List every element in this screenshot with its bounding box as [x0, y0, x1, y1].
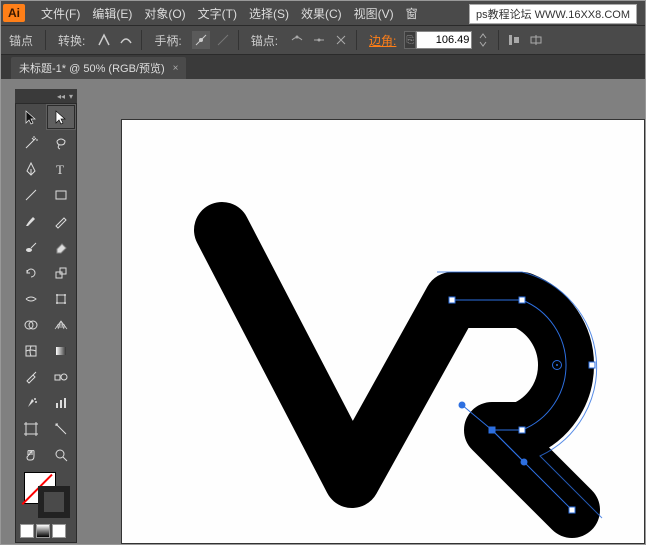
slice-tool[interactable] — [46, 416, 76, 442]
canvas[interactable] — [121, 119, 645, 544]
menu-file[interactable]: 文件(F) — [35, 5, 86, 22]
handle-point[interactable] — [521, 459, 528, 466]
width-tool[interactable] — [16, 286, 46, 312]
scale-tool[interactable] — [46, 260, 76, 286]
gradient-tool[interactable] — [46, 338, 76, 364]
corner-link-icon[interactable]: ⎘ — [404, 31, 416, 49]
lasso-tool[interactable] — [46, 130, 76, 156]
stroke-swatch[interactable] — [38, 486, 70, 518]
paintbrush-tool[interactable] — [16, 208, 46, 234]
anchor-point[interactable] — [519, 427, 526, 434]
type-tool[interactable]: T — [46, 156, 76, 182]
separator — [45, 30, 46, 50]
opt-convert-label: 转换: — [50, 32, 93, 49]
symbol-sprayer-tool[interactable] — [16, 390, 46, 416]
menu-view[interactable]: 视图(V) — [348, 5, 400, 22]
eraser-tool[interactable] — [46, 234, 76, 260]
pencil-tool[interactable] — [46, 208, 76, 234]
selection-tool[interactable] — [16, 104, 46, 130]
toolbox: T — [15, 103, 77, 543]
anchor-point[interactable] — [449, 297, 456, 304]
separator — [238, 30, 239, 50]
options-bar: 锚点 转换: 手柄: 锚点: 边角: ⎘ — [1, 25, 645, 55]
gradient-mode-swatch[interactable] — [36, 524, 50, 538]
anchor-point[interactable] — [519, 297, 526, 304]
magic-wand-tool[interactable] — [16, 130, 46, 156]
none-mode-swatch[interactable] — [52, 524, 66, 538]
zoom-tool[interactable] — [46, 442, 76, 468]
opt-handle-label: 手柄: — [146, 32, 189, 49]
separator — [141, 30, 142, 50]
menu-edit[interactable]: 编辑(E) — [86, 5, 138, 22]
collapse-icon[interactable]: ◂◂ — [57, 92, 65, 101]
panel-menu-icon[interactable]: ▾ — [69, 92, 73, 101]
separator — [356, 30, 357, 50]
document-tab[interactable]: 未标题-1* @ 50% (RGB/预览) × — [11, 57, 186, 79]
menu-type[interactable]: 文字(T) — [192, 5, 243, 22]
free-transform-tool[interactable] — [46, 286, 76, 312]
eyedropper-tool[interactable] — [16, 364, 46, 390]
menu-window[interactable]: 窗 — [400, 5, 424, 22]
menu-object[interactable]: 对象(O) — [138, 5, 191, 22]
align-icon-2[interactable] — [527, 31, 545, 49]
center-mark — [552, 360, 562, 370]
document-tab-title: 未标题-1* @ 50% (RGB/预览) — [19, 60, 165, 76]
fill-stroke-control[interactable] — [16, 468, 76, 524]
convert-smooth-icon[interactable] — [117, 31, 135, 49]
anchor-point-selected[interactable] — [489, 427, 496, 434]
opt-anchor2-label: 锚点: — [243, 32, 286, 49]
blob-brush-tool[interactable] — [16, 234, 46, 260]
handle-hide-icon[interactable] — [214, 31, 232, 49]
mesh-tool[interactable] — [16, 338, 46, 364]
anchor-add-icon[interactable] — [310, 31, 328, 49]
blend-tool[interactable] — [46, 364, 76, 390]
anchor-cut-icon[interactable] — [332, 31, 350, 49]
anchor-remove-icon[interactable] — [288, 31, 306, 49]
menu-effect[interactable]: 效果(C) — [295, 5, 348, 22]
perspective-grid-tool[interactable] — [46, 312, 76, 338]
align-icon-1[interactable] — [505, 31, 523, 49]
color-mode-swatch[interactable] — [20, 524, 34, 538]
close-icon[interactable]: × — [173, 63, 179, 74]
separator — [498, 30, 499, 50]
pen-tool[interactable] — [16, 156, 46, 182]
rotate-tool[interactable] — [16, 260, 46, 286]
rectangle-tool[interactable] — [46, 182, 76, 208]
watermark-label: ps教程论坛 WWW.16XX8.COM — [469, 4, 637, 24]
workarea: ◂◂ ▾ T — [1, 79, 645, 544]
anchor-point[interactable] — [569, 507, 576, 514]
artboard-tool[interactable] — [16, 416, 46, 442]
line-tool[interactable] — [16, 182, 46, 208]
opt-anchor-label: 锚点 — [1, 32, 41, 49]
column-graph-tool[interactable] — [46, 390, 76, 416]
hand-tool[interactable] — [16, 442, 46, 468]
direct-selection-tool[interactable] — [46, 104, 76, 130]
handle-point[interactable] — [459, 402, 466, 409]
vr-artwork[interactable] — [162, 170, 642, 544]
app-icon: Ai — [3, 4, 25, 22]
anchor-point[interactable] — [589, 362, 596, 369]
opt-corner-label[interactable]: 边角: — [361, 32, 404, 49]
corner-radius-input[interactable] — [416, 31, 472, 49]
menu-select[interactable]: 选择(S) — [243, 5, 295, 22]
corner-stepper[interactable] — [474, 31, 492, 49]
toolbox-header[interactable]: ◂◂ ▾ — [15, 89, 77, 103]
handle-show-icon[interactable] — [192, 31, 210, 49]
convert-corner-icon[interactable] — [95, 31, 113, 49]
shape-builder-tool[interactable] — [16, 312, 46, 338]
svg-text:T: T — [56, 162, 64, 177]
document-tabbar: 未标题-1* @ 50% (RGB/预览) × — [1, 55, 645, 79]
